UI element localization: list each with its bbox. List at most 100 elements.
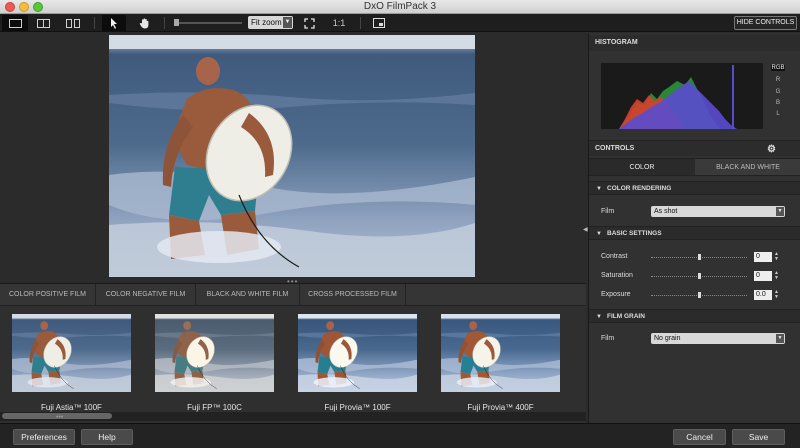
film-grain-label: Film xyxy=(601,335,615,342)
contrast-label: Contrast xyxy=(601,253,628,260)
tab-label: BLACK AND WHITE FILM xyxy=(206,291,289,298)
preferences-button[interactable]: Preferences xyxy=(13,429,75,445)
navigator-icon xyxy=(373,18,385,28)
basic-settings-section-header[interactable]: ▼ BASIC SETTINGS xyxy=(589,226,800,240)
film-grain-section-header[interactable]: ▼ FILM GRAIN xyxy=(589,309,800,323)
collapse-triangle-icon: ▼ xyxy=(596,314,602,320)
app-window: DxO FilmPack 3 Fit zoom ▼ 1:1 HIDE CONTR… xyxy=(0,0,800,448)
collapse-triangle-icon: ▼ xyxy=(596,231,602,237)
thumbnail-item[interactable]: Fuji Provia™ 400F xyxy=(440,313,561,412)
histogram-channel-g[interactable]: G xyxy=(771,89,785,95)
chevron-down-icon: ▼ xyxy=(776,334,784,343)
controls-tabs: COLOR BLACK AND WHITE xyxy=(589,158,800,176)
strip-resize-handle[interactable]: ••• xyxy=(56,414,63,421)
save-button[interactable]: Save xyxy=(732,429,785,445)
thumbnail-caption: Fuji FP™ 100C xyxy=(187,403,242,412)
chevron-down-icon: ▼ xyxy=(283,17,292,28)
exposure-stepper[interactable]: ▲ ▼ xyxy=(774,290,779,300)
thumbnail-item[interactable]: Fuji FP™ 100C xyxy=(154,313,275,412)
thumbnail-item[interactable]: Fuji Provia™ 100F xyxy=(297,313,418,412)
saturation-slider-handle[interactable] xyxy=(698,273,701,279)
film-grain-select[interactable]: No grain ▼ xyxy=(651,333,785,344)
saturation-label: Saturation xyxy=(601,272,633,279)
thumbnail-image xyxy=(297,313,418,393)
thumbnail-image xyxy=(440,313,561,393)
cancel-button[interactable]: Cancel xyxy=(673,429,726,445)
tab-color[interactable]: COLOR xyxy=(589,159,695,175)
single-view-icon xyxy=(8,18,22,28)
zoom-mode-select[interactable]: Fit zoom ▼ xyxy=(248,16,293,29)
split-view-icon xyxy=(36,18,50,28)
section-title: FILM GRAIN xyxy=(607,313,645,320)
zoom-slider-handle[interactable] xyxy=(174,19,179,26)
arrow-cursor-icon xyxy=(111,17,117,29)
control-panel: HISTOGRAM RGB R G B L CONTROLS ⚙ COLOR B… xyxy=(588,33,800,423)
film-rendering-select[interactable]: As shot ▼ xyxy=(651,206,785,217)
thumbnail-caption: Fuji Provia™ 400F xyxy=(467,403,534,412)
split-view-button[interactable] xyxy=(30,15,56,31)
help-button[interactable]: Help xyxy=(81,429,133,445)
tab-label: COLOR NEGATIVE FILM xyxy=(105,291,186,298)
section-title: COLOR RENDERING xyxy=(607,185,672,192)
collapse-triangle-icon: ▼ xyxy=(596,186,602,192)
window-title: DxO FilmPack 3 xyxy=(363,1,437,12)
thumbnail-caption: Fuji Astia™ 100F xyxy=(41,403,102,412)
contrast-slider-handle[interactable] xyxy=(698,254,701,260)
toolbar-divider xyxy=(164,17,165,29)
exposure-slider-handle[interactable] xyxy=(698,292,701,298)
histogram-header: HISTOGRAM xyxy=(589,35,800,51)
zoom-mode-value: Fit zoom xyxy=(251,18,282,27)
tab-label: COLOR POSITIVE FILM xyxy=(8,291,86,298)
gear-icon[interactable]: ⚙ xyxy=(767,142,776,158)
thumbnail-list: Fuji Astia™ 100F Fuji FP™ 100C Fuji Prov… xyxy=(0,313,586,414)
bottom-bar: Preferences Help Cancel Save xyxy=(0,423,800,448)
tab-label: CROSS PROCESSED FILM xyxy=(308,291,397,298)
hide-controls-button[interactable]: HIDE CONTROLS xyxy=(734,16,797,30)
histogram-channel-b[interactable]: B xyxy=(771,100,785,106)
tab-black-and-white[interactable]: BLACK AND WHITE xyxy=(695,159,800,175)
thumbnail-caption: Fuji Provia™ 100F xyxy=(324,403,391,412)
tab-color-positive-film[interactable]: COLOR POSITIVE FILM xyxy=(0,284,96,306)
histogram-chart xyxy=(601,63,763,129)
single-view-button[interactable] xyxy=(2,15,28,31)
histogram-channel-l[interactable]: L xyxy=(771,111,785,117)
tab-cross-processed-film[interactable]: CROSS PROCESSED FILM xyxy=(300,284,406,306)
hand-tool-button[interactable] xyxy=(132,15,156,31)
histogram-channel-rgb[interactable]: RGB xyxy=(771,65,785,71)
film-rendering-label: Film xyxy=(601,208,615,215)
actual-size-button[interactable]: 1:1 xyxy=(330,15,348,31)
saturation-value-field[interactable]: 0 xyxy=(754,271,772,281)
main-photo xyxy=(109,35,475,277)
histogram-channel-r[interactable]: R xyxy=(771,77,785,83)
zoom-slider[interactable] xyxy=(176,22,242,24)
hand-icon xyxy=(139,17,148,28)
film-rendering-value: As shot xyxy=(654,208,678,215)
contrast-value-field[interactable]: 0 xyxy=(754,252,772,262)
thumbnail-image xyxy=(154,313,275,393)
thumbnail-image xyxy=(11,313,132,393)
fullscreen-button[interactable] xyxy=(300,15,318,31)
side-by-side-button[interactable] xyxy=(60,15,86,31)
film-browser: COLOR POSITIVE FILM COLOR NEGATIVE FILM … xyxy=(0,283,586,423)
film-grain-value: No grain xyxy=(654,335,681,342)
actual-size-label: 1:1 xyxy=(332,18,346,28)
tab-color-negative-film[interactable]: COLOR NEGATIVE FILM xyxy=(96,284,196,306)
toolbar: Fit zoom ▼ 1:1 HIDE CONTROLS xyxy=(0,14,800,32)
tab-black-and-white-film[interactable]: BLACK AND WHITE FILM xyxy=(196,284,300,306)
exposure-label: Exposure xyxy=(601,291,631,298)
collapse-panel-arrow-icon[interactable]: ◀ xyxy=(583,226,588,233)
contrast-stepper[interactable]: ▲ ▼ xyxy=(774,252,779,262)
controls-title: CONTROLS xyxy=(595,145,635,152)
saturation-stepper[interactable]: ▲ ▼ xyxy=(774,271,779,281)
exposure-value-field[interactable]: 0.0 xyxy=(754,290,772,300)
side-by-side-icon xyxy=(66,18,80,28)
thumbnail-item[interactable]: Fuji Astia™ 100F xyxy=(11,313,132,412)
toolbar-divider xyxy=(94,17,95,29)
navigator-button[interactable] xyxy=(370,15,388,31)
select-tool-button[interactable] xyxy=(102,15,126,31)
image-preview-area[interactable] xyxy=(0,33,586,280)
color-rendering-section-header[interactable]: ▼ COLOR RENDERING xyxy=(589,181,800,195)
toolbar-divider xyxy=(360,17,361,29)
title-bar: DxO FilmPack 3 xyxy=(0,0,800,14)
film-strip-scrollbar[interactable] xyxy=(0,412,586,421)
